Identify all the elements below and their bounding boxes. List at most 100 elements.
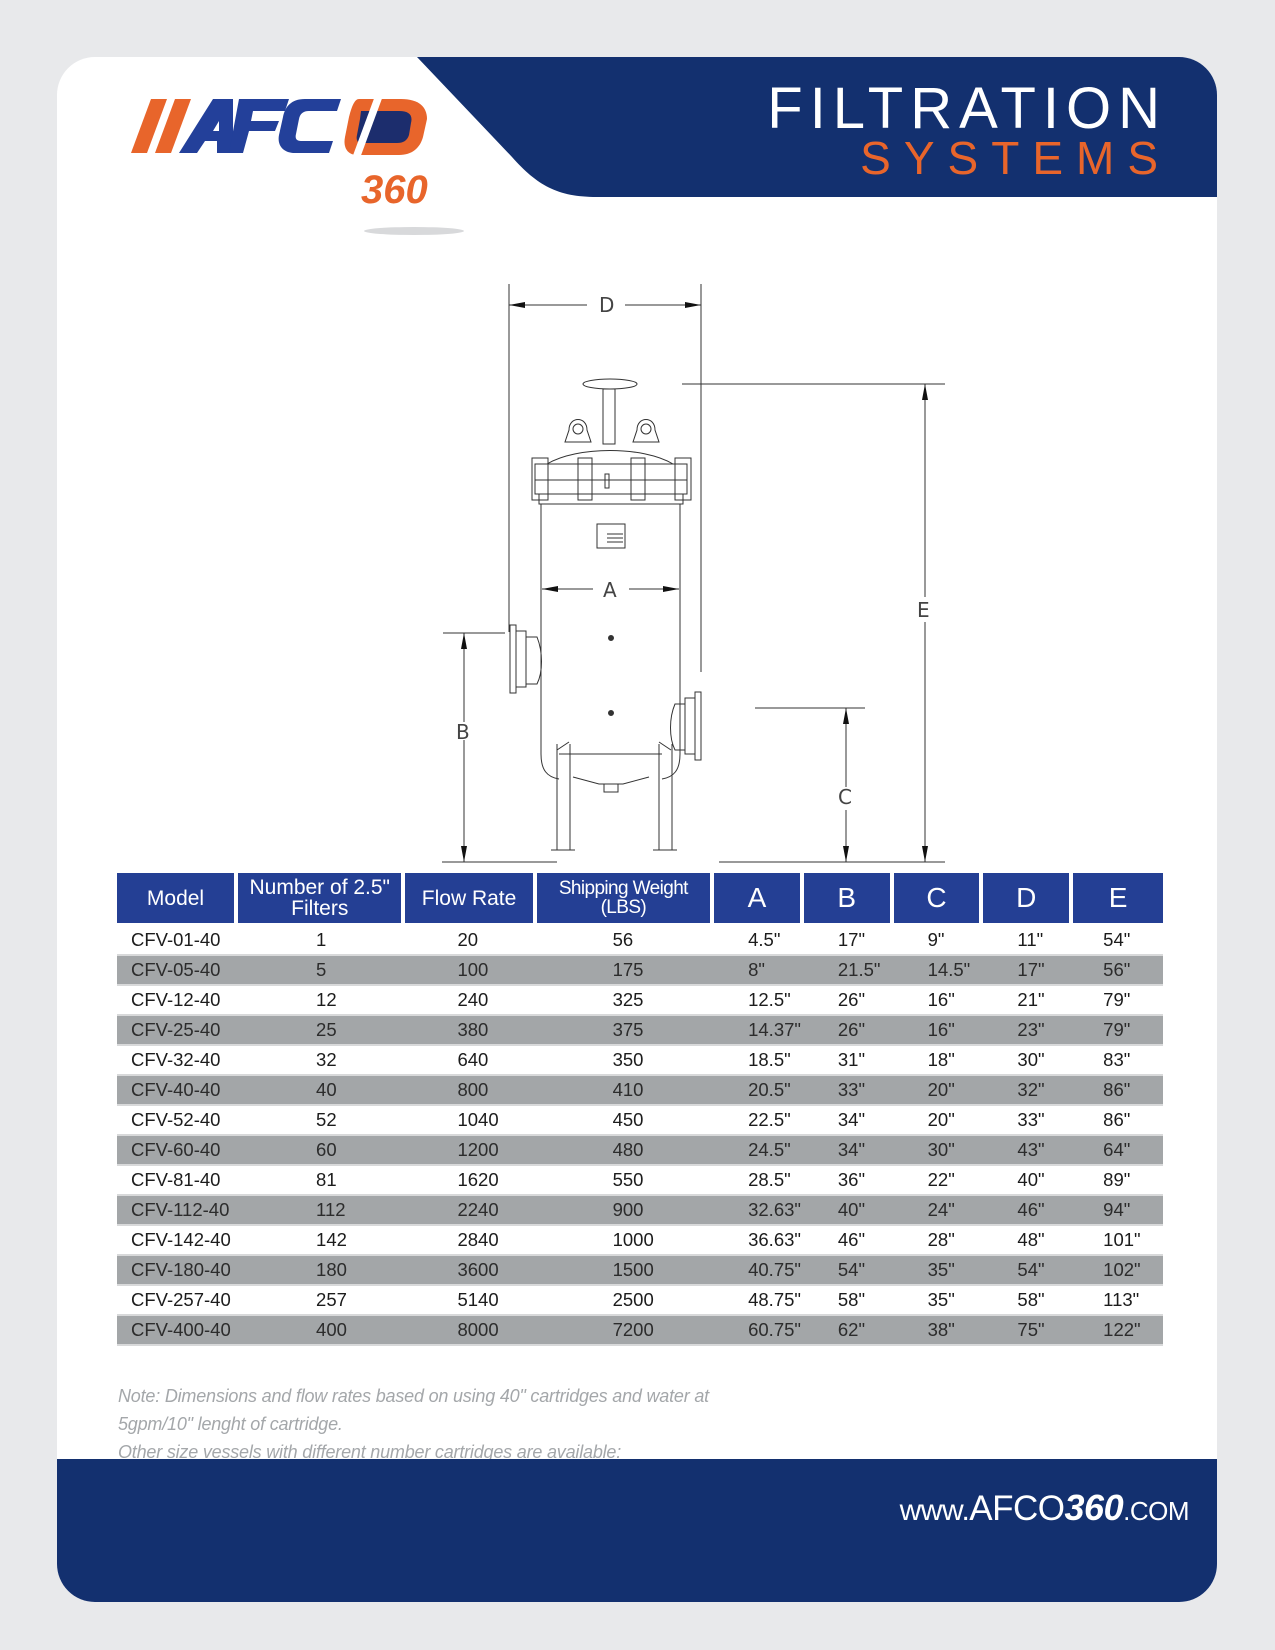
cell-dim-a: 24.5" (714, 1134, 804, 1166)
cell-dim-b: 34" (803, 1134, 894, 1166)
cell-dim-d: 23" (983, 1014, 1074, 1046)
logo-letter-c (278, 99, 341, 153)
cell-shipping-weight: 900 (536, 1194, 715, 1226)
cell-flow-rate: 1200 (405, 1134, 537, 1166)
cell-dim-b: 21.5" (803, 954, 894, 986)
cell-dim-e: 102" (1073, 1254, 1163, 1286)
cell-dim-e: 54" (1103, 929, 1131, 950)
cell-dim-e: 83" (1103, 1049, 1131, 1070)
cell-model: CFV-01-40 (131, 929, 221, 950)
cell-dim-a: 40.75" (714, 1254, 804, 1286)
dim-label-b: B (456, 720, 470, 744)
cell-model: CFV-142-40 (131, 1229, 231, 1250)
cell-dim-b: 31" (837, 1049, 866, 1070)
col-header-shipping-line1: Shipping Weight (558, 878, 689, 899)
cell-dim-c: 20" (927, 1109, 955, 1130)
title-systems: SYSTEMS (860, 132, 1171, 184)
nameplate (596, 523, 626, 549)
cell-flow-rate: 1620 (457, 1169, 499, 1190)
cell-shipping-weight: 7200 (536, 1314, 715, 1346)
dim-label-a: A (603, 578, 617, 602)
cell-dim-a: 20.5" (714, 1074, 804, 1106)
cell-dim-e: 64" (1073, 1134, 1163, 1166)
table-row: CFV-180-40 180 3600 1500 40.75" 54" 35" 54" 102" (117, 1254, 1163, 1286)
cell-dim-a: 8" (714, 954, 804, 986)
cell-shipping-weight: 325 (612, 989, 644, 1010)
cell-dim-c: 24" (893, 1194, 984, 1226)
cell-filters: 257 (316, 1289, 347, 1310)
cell-dim-a: 60.75" (714, 1314, 804, 1346)
handwheel (582, 378, 638, 390)
website-link[interactable]: www.AFCO360.COM (899, 1487, 1190, 1529)
cell-dim-e: 86" (1073, 1074, 1163, 1106)
cell-dim-d: 54" (983, 1254, 1074, 1286)
cell-dim-c: 16" (893, 1014, 984, 1046)
specifications-table: Model Number of 2.5" Filters Flow Rate S… (117, 873, 1163, 1346)
vessel-lid (546, 450, 674, 465)
cell-flow-rate: 3600 (405, 1254, 537, 1286)
table-row: CFV-257-40 257 5140 2500 48.75" 58" 35" 58" 113" (117, 1286, 1163, 1314)
cell-flow-rate: 240 (457, 989, 489, 1010)
port (608, 635, 614, 641)
cell-flow-rate: 5140 (457, 1289, 499, 1310)
col-header-filters-line1: Number of 2.5" (249, 876, 391, 899)
dim-label-e: E (917, 598, 930, 622)
cell-dim-c: 14.5" (893, 954, 984, 986)
cell-dim-d: 43" (983, 1134, 1074, 1166)
website-prefix: www. (899, 1494, 970, 1527)
cell-dim-d: 48" (1017, 1229, 1045, 1250)
cell-dim-c: 16" (927, 989, 955, 1010)
cell-flow-rate: 8000 (405, 1314, 537, 1346)
cell-dim-d: 46" (983, 1194, 1074, 1226)
table-row: CFV-81-40 81 1620 550 28.5" 36" 22" 40" 89" (117, 1166, 1163, 1194)
dim-label-d: D (599, 293, 614, 317)
cell-shipping-weight: 175 (536, 954, 715, 986)
col-header-d: D (983, 873, 1074, 926)
cell-model: CFV-257-40 (131, 1289, 231, 1310)
cell-filters: 25 (238, 1014, 406, 1046)
cell-dim-b: 40" (803, 1194, 894, 1226)
cell-model: CFV-400-40 (117, 1314, 239, 1346)
cell-filters: 32 (316, 1049, 337, 1070)
lifting-lug-left (564, 419, 592, 443)
cell-model: CFV-52-40 (131, 1109, 221, 1130)
filter-vessel-drawing: D A B C E (377, 232, 1017, 872)
table-row: CFV-142-40 142 2840 1000 36.63" 46" 28" 48" 101" (117, 1226, 1163, 1254)
cell-dim-a: 32.63" (714, 1194, 804, 1226)
cell-dim-b: 36" (837, 1169, 866, 1190)
cell-model: CFV-180-40 (117, 1254, 239, 1286)
col-header-a: A (714, 873, 804, 926)
cell-dim-a: 12.5" (748, 989, 791, 1010)
cell-model: CFV-112-40 (117, 1194, 239, 1226)
cell-dim-c: 9" (927, 929, 945, 950)
cell-dim-a: 36.63" (748, 1229, 801, 1250)
cell-flow-rate: 1040 (457, 1109, 499, 1130)
table-row: CFV-32-40 32 640 350 18.5" 31" 18" 30" 83" (117, 1046, 1163, 1074)
cell-shipping-weight: 1000 (612, 1229, 654, 1250)
cell-dim-a: 28.5" (748, 1169, 791, 1190)
cell-model: CFV-81-40 (131, 1169, 221, 1190)
note-line: Note: Dimensions and flow rates based on… (118, 1386, 709, 1406)
cell-dim-b: 26" (837, 989, 866, 1010)
cell-flow-rate: 2240 (405, 1194, 537, 1226)
table-row: CFV-400-40 400 8000 7200 60.75" 62" 38" 75" 122" (117, 1314, 1163, 1346)
website-num: 360 (1064, 1487, 1124, 1528)
table-row: CFV-01-40 1 20 56 4.5" 17" 9" 11" 54" (117, 926, 1163, 954)
cell-dim-c: 18" (927, 1049, 955, 1070)
cell-filters: 81 (316, 1169, 337, 1190)
cell-dim-e: 113" (1103, 1289, 1140, 1310)
cell-filters: 112 (238, 1194, 406, 1226)
cell-dim-b: 46" (837, 1229, 866, 1250)
col-header-filters-line2: Filters (291, 897, 349, 920)
cell-dim-c: 35" (893, 1254, 984, 1286)
table-row: CFV-05-40 5 100 175 8" 21.5" 14.5" 17" 56" (117, 954, 1163, 986)
table-row: CFV-52-40 52 1040 450 22.5" 34" 20" 33" 86" (117, 1106, 1163, 1134)
col-header-shipping-line2: (LBS) (600, 897, 647, 918)
cell-shipping-weight: 550 (612, 1169, 644, 1190)
cell-dim-e: 56" (1073, 954, 1163, 986)
cell-shipping-weight: 56 (612, 929, 634, 950)
col-header-shipping-weight: Shipping Weight (LBS) (536, 873, 715, 926)
cell-model: CFV-40-40 (117, 1074, 239, 1106)
cell-dim-b: 62" (803, 1314, 894, 1346)
cell-dim-e: 89" (1103, 1169, 1131, 1190)
